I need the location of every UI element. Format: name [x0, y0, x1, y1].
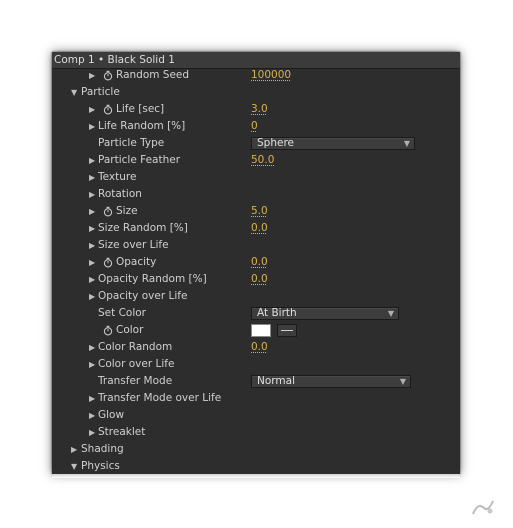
expand-triangle-icon[interactable]: ▶	[89, 203, 99, 220]
row-streaklet[interactable]: ▶ Streaklet	[52, 424, 460, 441]
group-particle[interactable]: ▼ Particle	[52, 84, 460, 101]
effect-controls-panel: Comp 1 • Black Solid 1 ▶ Random Seed 100…	[52, 52, 460, 474]
row-set-color: Set Color At Birth ▼	[52, 305, 460, 322]
chevron-down-icon: ▼	[399, 377, 406, 386]
particle-type-dropdown[interactable]: Sphere ▼	[251, 137, 415, 150]
chevron-down-icon: ▼	[403, 139, 410, 148]
row-size-random: ▶ Size Random [%] 0.0	[52, 220, 460, 237]
expand-triangle-icon[interactable]: ▶	[89, 254, 99, 271]
color-swatch[interactable]	[251, 324, 271, 337]
group-label: Particle	[81, 86, 120, 98]
collapse-triangle-icon[interactable]: ▼	[71, 84, 81, 101]
row-color: Color	[52, 322, 460, 339]
dropdown-selected: At Birth	[257, 307, 297, 319]
random-seed-value[interactable]: 100000	[251, 67, 291, 84]
property-label: Opacity Random [%]	[98, 273, 207, 285]
row-life-random: ▶ Life Random [%] 0	[52, 118, 460, 135]
collapse-triangle-icon[interactable]: ▼	[71, 458, 81, 474]
property-label: Rotation	[98, 188, 142, 200]
row-opacity: ▶ Opacity 0.0	[52, 254, 460, 271]
color-random-value[interactable]: 0.0	[251, 339, 268, 356]
property-label: Color	[116, 324, 144, 336]
property-label: Transfer Mode over Life	[98, 392, 222, 404]
property-label: Random Seed	[116, 69, 190, 81]
property-label: Opacity	[116, 256, 157, 268]
watermark-logo-icon	[472, 500, 494, 515]
transfer-mode-dropdown[interactable]: Normal ▼	[251, 375, 411, 388]
opacity-random-value[interactable]: 0.0	[251, 271, 268, 288]
stopwatch-icon[interactable]	[103, 325, 113, 336]
eyedropper-icon[interactable]	[277, 324, 297, 337]
expand-triangle-icon[interactable]: ▶	[89, 67, 99, 84]
property-label: Glow	[98, 409, 125, 421]
size-value[interactable]: 5.0	[251, 203, 268, 220]
property-label: Life [sec]	[116, 103, 165, 115]
row-particle-feather: ▶ Particle Feather 50.0	[52, 152, 460, 169]
property-label: Size	[116, 205, 138, 217]
stopwatch-icon[interactable]	[103, 257, 113, 268]
row-color-random: ▶ Color Random 0.0	[52, 339, 460, 356]
property-label: Life Random [%]	[98, 120, 186, 132]
property-list: ▶ Random Seed 100000 ▼ Particle ▶ Life […	[52, 67, 460, 474]
property-label: Transfer Mode	[98, 375, 173, 387]
group-label: Physics	[81, 460, 120, 472]
row-opacity-random: ▶ Opacity Random [%] 0.0	[52, 271, 460, 288]
property-label: Streaklet	[98, 426, 146, 438]
stopwatch-icon[interactable]	[103, 70, 113, 81]
property-label: Particle Type	[98, 137, 165, 149]
expand-triangle-icon[interactable]: ▶	[71, 441, 81, 458]
row-glow[interactable]: ▶ Glow	[52, 407, 460, 424]
row-particle-type: Particle Type Sphere ▼	[52, 135, 460, 152]
row-texture[interactable]: ▶ Texture	[52, 169, 460, 186]
row-size: ▶ Size 5.0	[52, 203, 460, 220]
property-label: Opacity over Life	[98, 290, 188, 302]
row-random-seed: ▶ Random Seed 100000	[52, 67, 460, 84]
dropdown-selected: Sphere	[257, 137, 294, 149]
row-color-over-life[interactable]: ▶ Color over Life	[52, 356, 460, 373]
property-label: Set Color	[98, 307, 146, 319]
stopwatch-icon[interactable]	[103, 104, 113, 115]
row-rotation[interactable]: ▶ Rotation	[52, 186, 460, 203]
group-label: Shading	[81, 443, 124, 455]
group-shading[interactable]: ▶ Shading	[52, 441, 460, 458]
row-life: ▶ Life [sec] 3.0	[52, 101, 460, 118]
property-label: Color Random	[98, 341, 173, 353]
set-color-dropdown[interactable]: At Birth ▼	[251, 307, 399, 320]
group-physics[interactable]: ▼ Physics	[52, 458, 460, 474]
stopwatch-icon[interactable]	[103, 206, 113, 217]
dropdown-selected: Normal	[257, 375, 295, 387]
size-random-value[interactable]: 0.0	[251, 220, 268, 237]
property-label: Particle Feather	[98, 154, 181, 166]
panel-shadow	[52, 474, 460, 478]
row-transfer-mode-over-life[interactable]: ▶ Transfer Mode over Life	[52, 390, 460, 407]
property-label: Size Random [%]	[98, 222, 188, 234]
property-label: Color over Life	[98, 358, 175, 370]
chevron-down-icon: ▼	[387, 309, 394, 318]
opacity-value[interactable]: 0.0	[251, 254, 268, 271]
row-opacity-over-life[interactable]: ▶ Opacity over Life	[52, 288, 460, 305]
row-transfer-mode: Transfer Mode Normal ▼	[52, 373, 460, 390]
property-label: Texture	[98, 171, 137, 183]
particle-feather-value[interactable]: 50.0	[251, 152, 274, 169]
property-label: Size over Life	[98, 239, 169, 251]
life-random-value[interactable]: 0	[251, 118, 258, 135]
life-value[interactable]: 3.0	[251, 101, 268, 118]
expand-triangle-icon[interactable]: ▶	[89, 101, 99, 118]
row-size-over-life[interactable]: ▶ Size over Life	[52, 237, 460, 254]
